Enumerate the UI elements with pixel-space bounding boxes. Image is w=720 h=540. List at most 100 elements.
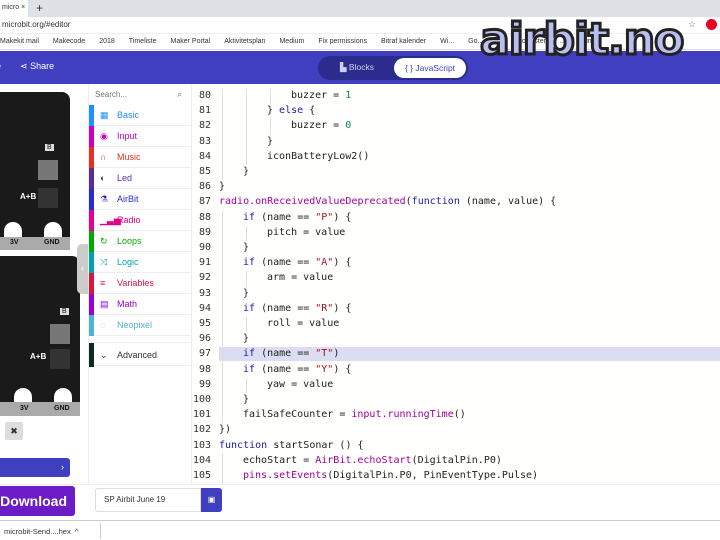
toolbox-category-logic[interactable]: ⤨ Logic [89,252,193,273]
project-name-input[interactable]: SP Airbit June 19 [95,488,201,512]
share-button[interactable]: ⋖ Share [20,61,54,72]
collapse-simulator-button[interactable]: ‹ [77,244,88,294]
toolbox-advanced[interactable]: ⌄ Advanced [89,342,193,367]
code-line[interactable]: if (name == "P") { [243,212,351,223]
code-line[interactable]: } [243,288,249,299]
puzzle-icon: ▙ [340,62,347,72]
javascript-tab[interactable]: { } JavaScript [394,58,466,78]
code-line[interactable]: } [243,333,249,344]
code-line[interactable]: failSafeCounter = input.runningTime() [243,409,466,420]
toolbox-category-math[interactable]: ▤ Math [89,294,193,315]
bookmark-item[interactable]: Medium [279,34,304,45]
code-line[interactable]: function startSonar () { [219,440,364,451]
bookmark-item[interactable]: Makekit mail [0,34,39,45]
button-b-label: B [60,308,69,315]
category-color-bar [89,189,94,210]
code-line[interactable]: pitch = value [267,227,345,238]
code-token: ) [333,348,340,360]
code-line[interactable]: yaw = value [267,379,333,390]
code-line[interactable]: echoStart = AirBit.echoStart(DigitalPin.… [243,455,502,466]
downloads-bar: microbit-Send....hex ^ [0,520,720,540]
toolbox-category-music[interactable]: ∩ Music [89,147,193,168]
bookmark-item[interactable]: Wi... [440,34,454,45]
code-token: 1 [345,90,352,101]
bottom-bar: Download SP Airbit June 19 ▣ [0,484,720,520]
button-b[interactable] [50,324,70,344]
code-line[interactable]: } else { [267,105,315,116]
line-number: 91 [198,257,211,269]
code-line[interactable]: pins.setEvents(DigitalPin.P0, PinEventTy… [243,470,538,481]
code-token: { [303,105,316,117]
toolbox-category-loops[interactable]: ↻ Loops [89,231,193,252]
code-token: (name == [255,211,316,223]
code-line[interactable]: } [243,166,249,177]
toolbox-category-basic[interactable]: ▦ Basic [89,105,193,126]
new-tab-button[interactable]: + [36,1,43,15]
category-color-bar [89,294,94,315]
menu-icon[interactable]: e [0,61,1,71]
browser-tab[interactable]: micro × [0,0,28,17]
code-token: failSafeCounter = [243,409,352,421]
fullscreen-button[interactable]: ✖ [5,422,23,440]
code-line[interactable]: radio.onReceivedValueDeprecated(function… [219,196,556,207]
simulator-expand-button[interactable]: › [0,458,70,477]
url-text[interactable]: microbit.org/#editor [2,20,70,29]
toolbox-search-input[interactable]: Search... [95,90,127,99]
bookmark-item[interactable]: 2018 [99,34,115,45]
save-button[interactable]: ▣ [201,488,222,512]
toolbox-category-neopixel[interactable]: ◌ Neopixel [89,315,193,336]
share-label: Share [30,61,55,71]
code-line[interactable]: arm = value [267,272,333,283]
code-line[interactable]: buzzer = 0 [291,120,351,131]
button-b[interactable] [38,160,58,180]
code-line[interactable]: if (name == "T") [243,348,339,359]
star-icon[interactable]: ☆ [688,19,696,30]
code-line[interactable]: if (name == "A") { [243,257,351,268]
code-line[interactable]: } [243,242,249,253]
blocks-tab[interactable]: ▙ Blocks [340,62,374,73]
button-ab[interactable] [50,349,70,369]
bookmark-item[interactable]: Makecode [53,34,85,45]
code-line[interactable]: } [219,181,225,192]
toolbox-category-led[interactable]: ◐ Led [89,168,193,189]
code-line[interactable]: buzzer = 1 [291,90,351,101]
toolbox-category-variables[interactable]: ≡ Variables [89,273,193,294]
bookmark-item[interactable]: Bitraf kalender [381,34,426,45]
tab-close-icon[interactable]: × [21,4,25,11]
line-number: 93 [198,287,211,299]
line-number: 98 [198,363,211,375]
toggle-icon: ◐ [100,173,106,183]
code-line[interactable]: } [243,394,249,405]
code-token: "R" [315,302,334,314]
bookmark-item[interactable]: Timeliste [129,34,157,45]
code-line[interactable]: }) [219,424,231,435]
code-token: pins.setEvents [243,470,328,481]
download-button[interactable]: Download [0,486,75,516]
code-line[interactable]: } [267,136,273,147]
chevron-up-icon[interactable]: ^ [75,527,79,536]
pinterest-icon[interactable] [706,19,717,30]
calculator-icon: ▤ [100,299,109,309]
toolbox-category-radio[interactable]: ▁▃▅ Radio [89,210,193,231]
toolbox-category-input[interactable]: ◉ Input [89,126,193,147]
download-item[interactable]: microbit-Send....hex ^ [4,527,78,536]
line-number: 105 [192,470,211,481]
line-number: 81 [198,105,211,117]
button-ab[interactable] [38,188,58,208]
microbit-board[interactable]: B A+B 3V GND [0,92,70,250]
bookmark-item[interactable]: Fix permissions [318,34,367,45]
search-icon[interactable]: ⌕ [177,89,182,100]
pin-gnd-label: GND [54,405,70,412]
toolbox-category-airbit[interactable]: ⚗ AirBit [89,189,193,210]
code-token: (name == [255,257,316,269]
bookmark-item[interactable]: Maker Portal [171,34,211,45]
line-number: 94 [198,302,211,314]
share-icon: ⋖ [20,61,28,71]
code-line[interactable]: if (name == "Y") { [243,364,351,375]
code-line[interactable]: roll = value [267,318,339,329]
code-line[interactable]: iconBatteryLow2() [267,151,369,162]
microbit-board[interactable]: B A+B 3V GND [0,256,80,416]
code-line[interactable]: if (name == "R") { [243,303,351,314]
bookmark-item[interactable]: Aktivitetsplan [224,34,265,45]
code-editor[interactable]: 80 buzzer = 1 81} else {82 buzzer = 0 83} 84 i… [192,84,720,484]
